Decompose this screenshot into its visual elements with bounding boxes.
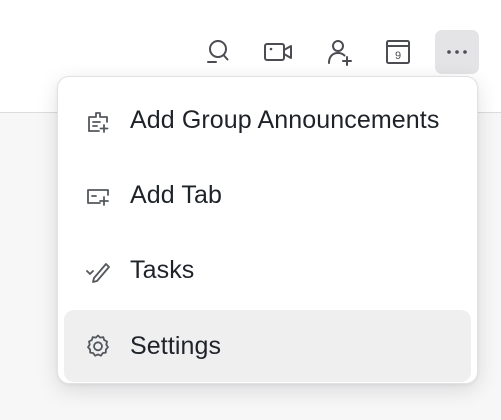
chat-window: 9 Add Group Announcements Add Tab Tasks …: [0, 0, 501, 420]
search-icon: [207, 40, 229, 63]
more-icon: [447, 50, 467, 54]
menu-item-label: Add Tab: [130, 181, 222, 209]
video-call-icon: [264, 43, 292, 61]
video-call-button[interactable]: [256, 30, 300, 74]
menu-item-label: Settings: [130, 331, 222, 360]
add-member-button[interactable]: [318, 30, 362, 74]
add-member-icon: [328, 40, 352, 66]
add-tab-icon: [84, 182, 112, 210]
menu-item-tasks[interactable]: Tasks: [64, 233, 471, 308]
search-button[interactable]: [195, 30, 239, 74]
menu-item-settings[interactable]: Settings: [64, 310, 471, 382]
gear-icon: [84, 332, 112, 360]
calendar-day: 9: [395, 50, 401, 62]
tasks-icon: [84, 257, 112, 285]
menu-item-label: Add Group Announcements: [130, 106, 440, 134]
menu-item-add-tab[interactable]: Add Tab: [64, 158, 471, 233]
announcement-icon: [84, 107, 112, 135]
menu-item-add-group-announcements[interactable]: Add Group Announcements: [64, 83, 471, 158]
calendar-button[interactable]: 9: [376, 30, 420, 74]
more-options-button[interactable]: [435, 30, 479, 74]
more-options-menu: Add Group Announcements Add Tab Tasks Se…: [57, 76, 478, 384]
calendar-icon: 9: [386, 40, 410, 64]
menu-item-label: Tasks: [130, 256, 195, 284]
